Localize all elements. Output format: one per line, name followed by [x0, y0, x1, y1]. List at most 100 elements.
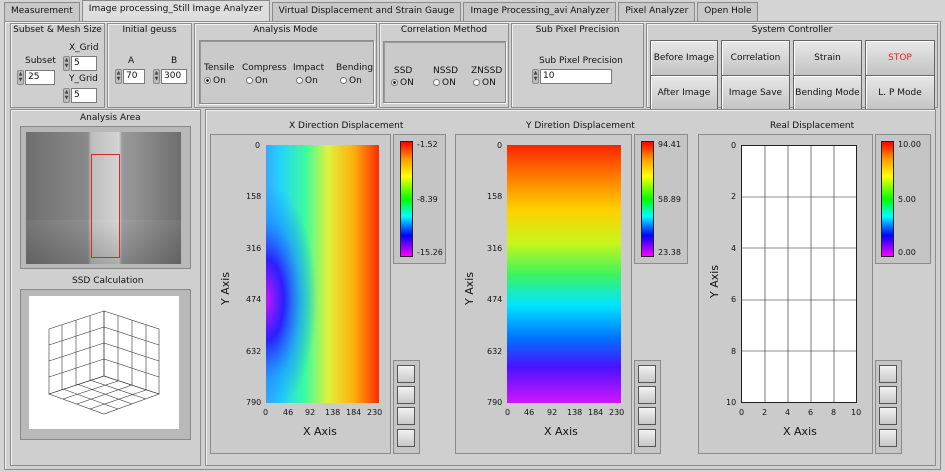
tab-virtual-strain-gauge[interactable]: Virtual Displacement and Strain Gauge — [271, 2, 462, 21]
x-disp-scale-min: -15.26 — [417, 248, 443, 257]
real-disp-scale-mid: 5.00 — [898, 195, 916, 204]
real-disp-ytick: 6 — [731, 295, 737, 304]
x-disp-title: X Direction Displacement — [289, 121, 404, 131]
correlation-method-panel: Correlation Method SSD ON NSSD ON ZNSSD … — [379, 23, 509, 108]
radio-state: On — [305, 76, 318, 86]
x-disp-heatmap-svg — [266, 145, 379, 403]
tab-avi-analyzer[interactable]: Image Processing_avi Analyzer — [463, 2, 617, 21]
subset-input[interactable]: 25 — [25, 70, 55, 85]
real-disp-xtick: 8 — [831, 408, 837, 417]
initial-guess-panel: Initial geuss A ▲ ▼ 70 B ▲ ▼ 300 — [107, 23, 192, 108]
subset-mesh-title: Subset & Mesh Size — [13, 25, 102, 35]
mode-bending-radio[interactable]: On — [340, 76, 362, 86]
y-disp-ytick: 790 — [487, 398, 503, 407]
x-disp-xtick: 0 — [263, 408, 269, 417]
x-disp-ytick: 474 — [246, 295, 262, 304]
real-disp-scale-min: 0.00 — [898, 248, 916, 257]
method-nssd-radio[interactable]: ON — [433, 78, 456, 88]
xgrid-input[interactable]: 5 — [71, 56, 97, 71]
real-disp-ylabel: Y Axis — [708, 264, 721, 298]
method-nssd-label: NSSD — [433, 66, 459, 76]
radio-dot-icon — [473, 79, 480, 86]
y-disp-xtick: 46 — [524, 408, 535, 417]
subpixel-panel: Sub Pixel Precision Sub Pixel Precision … — [511, 23, 644, 108]
x-disp-colorbar — [400, 141, 413, 257]
b-input[interactable]: 300 — [161, 69, 187, 84]
b-spinner[interactable]: ▲ ▼ — [153, 69, 160, 84]
x-disp-scale-mid: -8.39 — [417, 195, 438, 204]
radio-dot-icon — [204, 77, 211, 84]
radio-state: On — [349, 76, 362, 86]
zoom-icon[interactable] — [397, 365, 415, 383]
cursor-move-icon[interactable] — [879, 407, 897, 425]
mode-compress-radio[interactable]: On — [246, 76, 268, 86]
subpixel-spinner[interactable]: ▲ ▼ — [532, 69, 539, 84]
before-image-button[interactable]: Before Image — [650, 40, 718, 76]
ygrid-spinner[interactable]: ▲ ▼ — [63, 88, 70, 103]
real-disp-ytick: 4 — [731, 244, 737, 253]
x-disp-ytick: 158 — [246, 192, 262, 201]
pan-icon[interactable] — [638, 386, 656, 404]
correlation-button[interactable]: Correlation — [721, 40, 790, 76]
tab-open-hole[interactable]: Open Hole — [697, 2, 759, 21]
mode-tensile-radio[interactable]: On — [204, 76, 226, 86]
pan-icon[interactable] — [397, 386, 415, 404]
mode-impact-radio[interactable]: On — [296, 76, 318, 86]
stop-button[interactable]: STOP — [865, 40, 935, 76]
x-disp-xtick: 230 — [367, 408, 383, 417]
subpixel-input[interactable]: 10 — [540, 69, 612, 84]
x-disp-heatmap — [266, 145, 379, 403]
real-disp-title: Real Displacement — [770, 121, 855, 131]
tab-measurement[interactable]: Measurement — [4, 2, 80, 21]
real-disp-ytick: 2 — [731, 192, 737, 201]
xgrid-spinner[interactable]: ▲ ▼ — [63, 56, 70, 71]
y-disp-heatmap — [507, 145, 621, 403]
x-disp-xlabel: X Axis — [303, 425, 337, 438]
subset-spinner[interactable]: ▲ ▼ — [17, 70, 24, 85]
correlation-method-group: SSD ON NSSD ON ZNSSD ON — [383, 41, 506, 103]
cursor-move-icon[interactable] — [638, 407, 656, 425]
lp-mode-button[interactable]: L. P Mode — [865, 75, 935, 111]
zoom-icon[interactable] — [879, 365, 897, 383]
pan-icon[interactable] — [879, 386, 897, 404]
tab-still-image-analyzer[interactable]: Image processing_Still Image Analyzer — [81, 0, 270, 21]
tab-pixel-analyzer[interactable]: Pixel Analyzer — [618, 2, 696, 21]
a-input[interactable]: 70 — [123, 69, 145, 84]
analysis-mode-title: Analysis Mode — [253, 25, 318, 35]
bending-mode-button[interactable]: Bending Mode — [793, 75, 862, 111]
axis-scale-icon[interactable] — [638, 429, 656, 447]
image-save-button[interactable]: Image Save — [721, 75, 790, 111]
radio-state: ON — [442, 78, 456, 88]
method-ssd-radio[interactable]: ON — [391, 78, 414, 88]
x-disp-ytick: 790 — [246, 398, 262, 407]
correlation-method-title: Correlation Method — [400, 25, 488, 35]
real-disp-ytick: 8 — [731, 347, 737, 356]
roi-rectangle[interactable] — [91, 154, 120, 258]
y-disp-scale-max: 94.41 — [658, 140, 681, 149]
analysis-mode-group: Tensile On Compress On Impact On Bending… — [199, 40, 374, 104]
cursor-move-icon[interactable] — [397, 407, 415, 425]
mode-bending-label: Bending — [336, 63, 374, 73]
a-spinner[interactable]: ▲ ▼ — [115, 69, 122, 84]
ygrid-input[interactable]: 5 — [71, 88, 97, 103]
after-image-button[interactable]: After Image — [650, 75, 718, 111]
mode-impact-label: Impact — [293, 63, 325, 73]
radio-state: On — [213, 76, 226, 86]
y-disp-scale-min: 23.38 — [658, 248, 681, 257]
axis-scale-icon[interactable] — [879, 429, 897, 447]
tab-bar: Measurement Image processing_Still Image… — [4, 0, 760, 22]
b-label: B — [171, 56, 178, 66]
method-znssd-radio[interactable]: ON — [473, 78, 496, 88]
analysis-mode-panel: Analysis Mode Tensile On Compress On Imp… — [194, 23, 377, 108]
ssd-calculation-title: SSD Calculation — [72, 276, 144, 286]
subpixel-title: Sub Pixel Precision — [535, 25, 620, 35]
analysis-specimen-image — [26, 132, 181, 264]
axis-scale-icon[interactable] — [397, 429, 415, 447]
real-disp-ytick: 10 — [726, 398, 737, 407]
y-disp-ytick: 632 — [487, 347, 503, 356]
radio-state: ON — [400, 78, 414, 88]
zoom-icon[interactable] — [638, 365, 656, 383]
subset-mesh-panel: Subset & Mesh Size Subset ▲ ▼ 25 X_Grid ▲… — [10, 23, 105, 108]
real-disp-xtick: 0 — [739, 408, 745, 417]
strain-button[interactable]: Strain — [793, 40, 862, 76]
